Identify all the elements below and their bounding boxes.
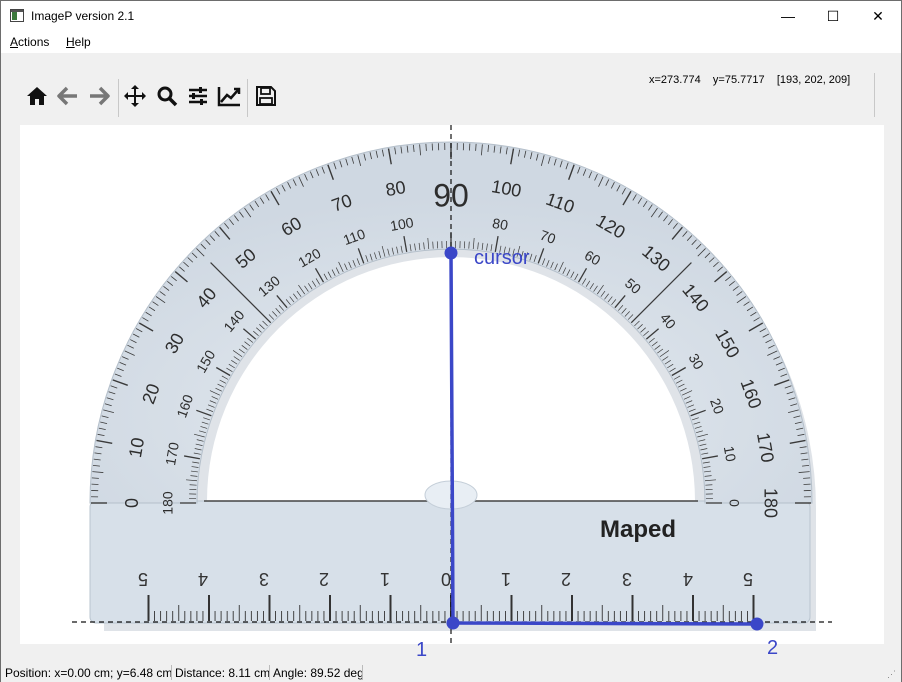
cursor-label: cursor — [474, 247, 530, 269]
status-bar: Position: x=0.00 cm; y=6.48 cm Distance:… — [1, 663, 901, 682]
ruler-label: 1 — [380, 569, 390, 589]
status-position: Position: x=0.00 cm; y=6.48 cm — [5, 666, 173, 680]
ruler-label: 2 — [561, 569, 571, 589]
point-1-label: 1 — [416, 639, 428, 661]
outer-scale-label: 10 — [125, 436, 148, 459]
outer-scale-label: 180 — [760, 488, 780, 518]
outer-scale-label: 80 — [384, 177, 407, 200]
edit-axis-icon[interactable] — [215, 81, 243, 111]
ruler-label: 5 — [138, 569, 148, 589]
ruler-label: 2 — [319, 569, 329, 589]
status-angle: Angle: 89.52 deg — [273, 666, 364, 680]
menu-actions[interactable]: Actions — [10, 35, 49, 49]
title-bar: ImageP version 2.1 — ☐ ✕ — [1, 1, 901, 31]
outer-scale-label: 0 — [122, 498, 142, 508]
inner-scale-label: 10 — [721, 445, 739, 463]
ruler-label: 0 — [441, 569, 451, 589]
status-distance: Distance: 8.11 cm — [175, 666, 271, 680]
cursor-point-handle[interactable] — [444, 246, 458, 260]
point-1-handle[interactable] — [446, 616, 460, 630]
close-button[interactable]: ✕ — [855, 1, 901, 31]
toolbar-separator — [247, 79, 248, 117]
resize-grip-icon[interactable]: ⋰ — [887, 669, 896, 680]
menu-help[interactable]: Help — [66, 35, 91, 49]
menu-bar: Actions Help — [1, 31, 901, 53]
inner-scale-label: 0 — [726, 499, 742, 507]
home-icon[interactable] — [23, 81, 51, 111]
brand-logo: Maped — [600, 516, 676, 543]
point-2-handle[interactable] — [750, 617, 764, 631]
minimize-button[interactable]: — — [765, 1, 811, 31]
ruler-label: 3 — [259, 569, 269, 589]
image-canvas[interactable]: 0 10 20 30 40 50 60 70 80 90 100 110 120 130 140 150 160… — [20, 125, 884, 644]
app-icon — [10, 9, 24, 22]
status-divider — [171, 665, 172, 680]
pan-icon[interactable] — [121, 81, 149, 111]
toolbar-separator — [118, 79, 119, 117]
ruler-label: 5 — [743, 569, 753, 589]
toolbar-separator — [874, 73, 875, 117]
ruler-label: 4 — [198, 569, 208, 589]
ruler-label: 3 — [622, 569, 632, 589]
maximize-button[interactable]: ☐ — [810, 1, 856, 31]
forward-arrow-icon[interactable] — [85, 81, 113, 111]
ruler-label: 4 — [683, 569, 693, 589]
app-window: ImageP version 2.1 — ☐ ✕ Actions Help x=… — [0, 0, 902, 682]
inner-scale-label: 180 — [160, 491, 176, 515]
back-arrow-icon[interactable] — [54, 81, 82, 111]
point-2-label: 2 — [767, 637, 779, 659]
inner-scale-label: 80 — [491, 215, 509, 233]
protractor-image: 01020304050607080 90 100110120130140150160… — [72, 125, 832, 644]
ruler-label: 1 — [501, 569, 511, 589]
configure-subplots-icon[interactable] — [184, 81, 212, 111]
cursor-coordinates: x=273.774 y=75.7717 [193, 202, 209] — [649, 74, 851, 86]
zoom-icon[interactable] — [153, 81, 181, 111]
save-icon[interactable] — [252, 81, 280, 111]
window-title: ImageP version 2.1 — [31, 9, 135, 23]
status-divider — [362, 665, 363, 680]
status-divider — [269, 665, 270, 680]
